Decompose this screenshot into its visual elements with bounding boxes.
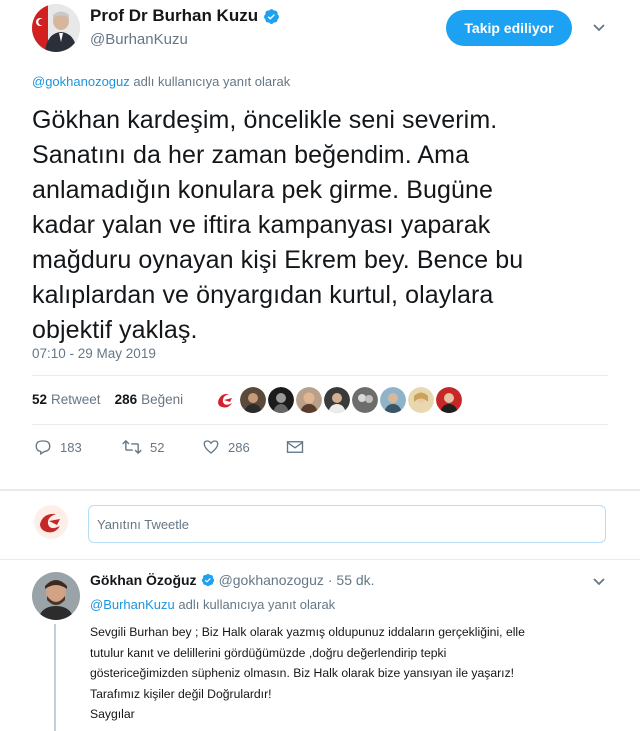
reply-action[interactable]: 183 xyxy=(34,438,122,456)
reply-more-options-icon[interactable] xyxy=(592,574,606,590)
verified-badge-icon xyxy=(264,8,280,24)
verified-badge-icon xyxy=(201,573,214,587)
reply-author-handle[interactable]: @gokhanozoguz xyxy=(219,572,324,588)
reply-text-line: Saygılar xyxy=(90,707,135,721)
reply-text-line: Tarafımız kişiler değil Doğrulardır! xyxy=(90,686,272,701)
author-name-text: Prof Dr Burhan Kuzu xyxy=(90,6,259,25)
liker-avatar[interactable] xyxy=(380,387,406,413)
reply-replying-to-line: @BurhanKuzu adlı kullanıcıya yanıt olara… xyxy=(90,597,335,612)
divider xyxy=(32,424,608,425)
retweet-count[interactable]: 52 xyxy=(32,392,47,407)
reply-author-avatar-image xyxy=(32,572,80,620)
reply-input[interactable]: Yanıtını Tweetle xyxy=(88,505,606,543)
reply-author-avatar[interactable] xyxy=(32,572,80,620)
author-handle[interactable]: @BurhanKuzu xyxy=(90,31,188,48)
heart-icon xyxy=(203,440,219,454)
reply-time[interactable]: · 55 dk. xyxy=(328,572,375,588)
reply-icon xyxy=(35,440,51,455)
tweet-text-line: mağduru oynayan kişi Ekrem bey. Bence bu xyxy=(32,246,524,274)
author-avatar[interactable] xyxy=(32,4,80,52)
tweet-timestamp[interactable]: 07:10 - 29 May 2019 xyxy=(32,346,156,361)
reply-to-handle-link[interactable]: @BurhanKuzu xyxy=(90,597,175,612)
more-options-icon[interactable] xyxy=(592,20,606,36)
section-divider xyxy=(0,489,640,491)
divider xyxy=(32,375,608,376)
tweet-text-line: objektif yaklaş. xyxy=(32,316,198,344)
reply-text: Sevgili Burhan bey ; Biz Halk olarak yaz… xyxy=(90,622,610,725)
section-divider xyxy=(0,559,640,560)
author-name[interactable]: Prof Dr Burhan Kuzu xyxy=(90,6,280,26)
likers-avatars xyxy=(212,387,462,413)
retweet-action-count: 52 xyxy=(150,439,165,455)
tweet-text-line: anlamadığın konulara pek girme. Bugüne xyxy=(32,176,494,204)
tweet-stats: 52 Retweet 286 Beğeni xyxy=(32,392,183,407)
reply-text-line: Sevgili Burhan bey ; Biz Halk olarak yaz… xyxy=(90,625,525,639)
tweet-text-line: kalıplardan ve önyargıdan kurtul, olayla… xyxy=(32,281,494,309)
retweet-action[interactable]: 52 xyxy=(122,438,202,456)
liker-avatar[interactable] xyxy=(408,387,434,413)
reply-header: Gökhan Özoğuz @gokhanozoguz · 55 dk. xyxy=(90,572,375,588)
liker-avatar[interactable] xyxy=(436,387,462,413)
current-user-avatar[interactable] xyxy=(34,505,68,539)
reply-to-suffix: adlı kullanıcıya yanıt olarak xyxy=(133,74,291,89)
tweet-actions: 183 52 286 xyxy=(34,438,304,456)
reply-to-suffix: adlı kullanıcıya yanıt olarak xyxy=(178,597,336,612)
liker-avatar[interactable] xyxy=(352,387,378,413)
like-action-count: 286 xyxy=(228,439,250,455)
liker-avatar[interactable] xyxy=(268,387,294,413)
like-count[interactable]: 286 xyxy=(115,392,138,407)
reply-input-placeholder: Yanıtını Tweetle xyxy=(97,516,190,532)
retweet-icon xyxy=(122,439,142,455)
reply-to-line: @gokhanozoguz adlı kullanıcıya yanıt ola… xyxy=(32,74,290,89)
tweet-text: Gökhan kardeşim, öncelikle seni severim.… xyxy=(32,103,602,348)
author-avatar-image xyxy=(32,4,80,52)
reply-author-name[interactable]: Gökhan Özoğuz xyxy=(90,572,197,588)
like-label[interactable]: Beğeni xyxy=(141,392,183,407)
liker-avatar[interactable] xyxy=(212,387,238,413)
liker-avatar[interactable] xyxy=(296,387,322,413)
thread-line xyxy=(54,624,56,731)
envelope-icon xyxy=(286,441,304,453)
liker-avatar[interactable] xyxy=(324,387,350,413)
reply-to-handle-link[interactable]: @gokhanozoguz xyxy=(32,74,130,89)
liker-avatar[interactable] xyxy=(240,387,266,413)
reply-text-line: göstericeğimizden süpheniz olmasın. Biz … xyxy=(90,666,515,680)
direct-message-action[interactable] xyxy=(286,439,304,455)
like-action[interactable]: 286 xyxy=(202,438,286,456)
following-button[interactable]: Takip ediliyor xyxy=(446,10,572,46)
reply-count: 183 xyxy=(60,439,82,455)
reply-text-line: tutulur kanıt ve delillerini gördüğümüzd… xyxy=(90,645,447,660)
tweet-text-line: Sanatını da her zaman beğendim. Ama xyxy=(32,141,470,169)
tweet-text-line: Gökhan kardeşim, öncelikle seni severim. xyxy=(32,106,498,134)
retweet-label[interactable]: Retweet xyxy=(51,392,101,407)
tweet-text-line: kadar yalan ve iftira kampanyası yaparak xyxy=(32,211,491,239)
